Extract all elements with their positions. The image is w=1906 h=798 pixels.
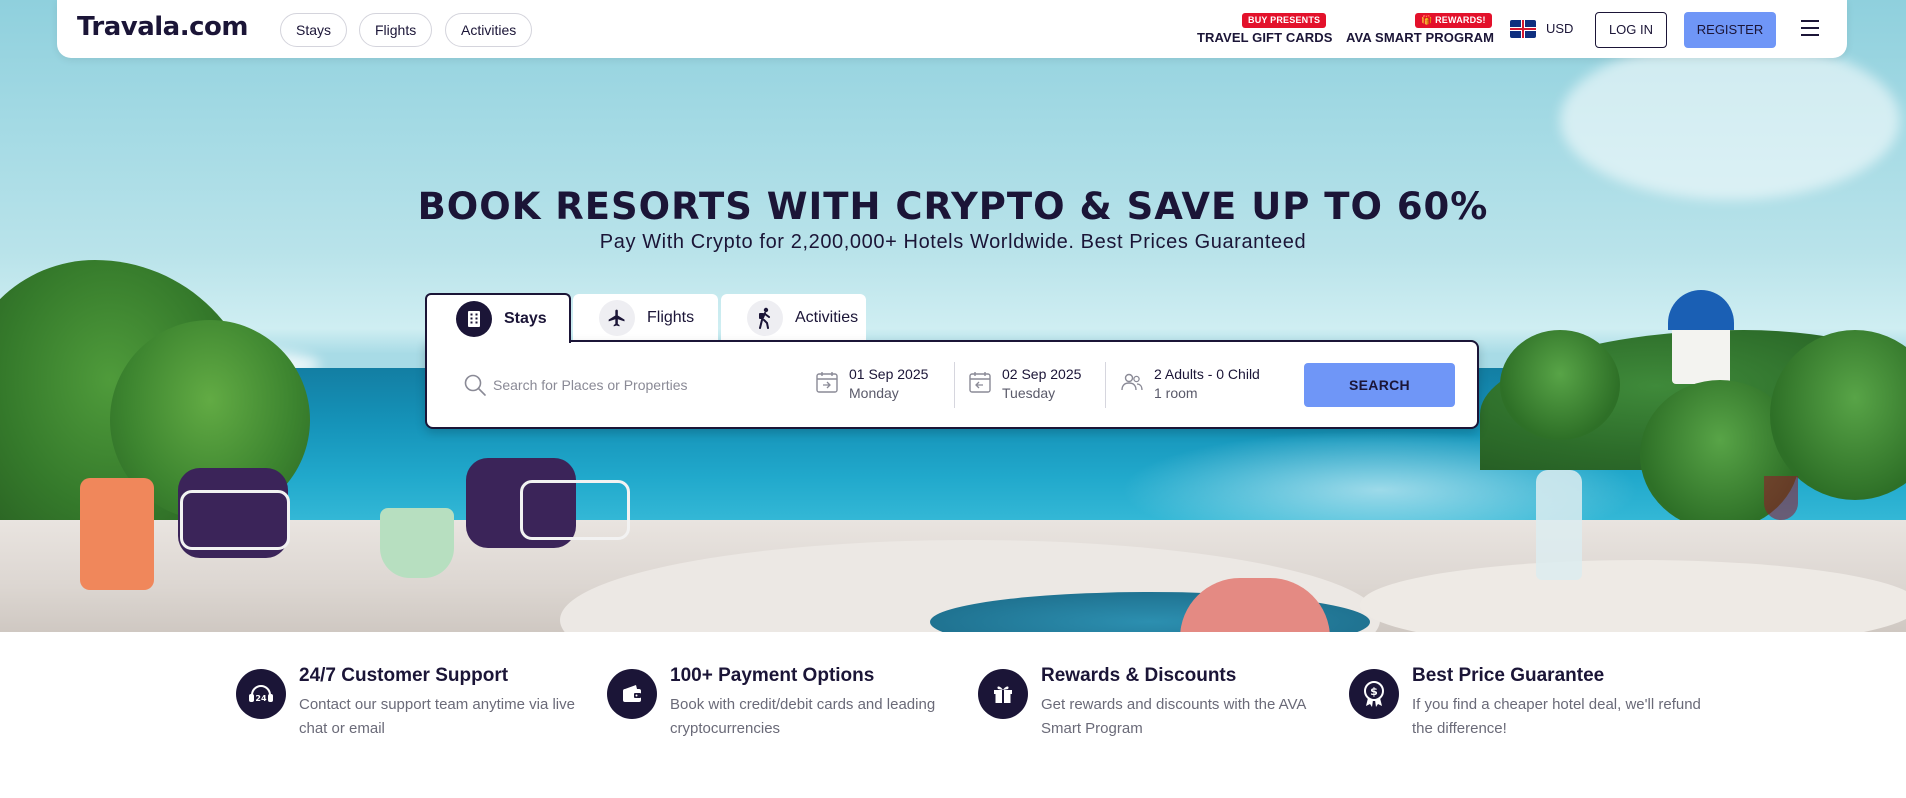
feature-customer-support: 24 24/7 Customer Support Contact our sup… [236, 665, 596, 745]
tab-stays[interactable]: Stays [425, 293, 571, 343]
checkout-date-field[interactable]: 02 Sep 2025 Tuesday [968, 362, 1108, 410]
buy-presents-badge: BUY PRESENTS [1242, 13, 1327, 28]
calendar-checkout-icon [969, 372, 991, 393]
search-icon [464, 374, 486, 396]
svg-text:24: 24 [255, 694, 267, 703]
wallet-icon [607, 669, 657, 719]
price-badge-icon: $ [1349, 669, 1399, 719]
destination-search-input[interactable] [493, 364, 793, 406]
tab-activities-label: Activities [795, 309, 859, 326]
svg-text:$: $ [1370, 685, 1378, 698]
building-icon [456, 301, 492, 337]
nav-flights[interactable]: Flights [359, 13, 433, 47]
checkout-date: 02 Sep 2025 [1002, 366, 1082, 382]
feature-rewards: Rewards & Discounts Get rewards and disc… [978, 665, 1338, 745]
menu-icon[interactable] [1801, 20, 1819, 36]
feature-title: Best Price Guarantee [1412, 665, 1605, 686]
feature-best-price: $ Best Price Guarantee If you find a che… [1349, 665, 1709, 745]
search-button[interactable]: SEARCH [1304, 363, 1455, 407]
rooms-count: 1 room [1154, 385, 1198, 401]
top-navbar: Travala.com Stays Flights Activities BUY… [57, 0, 1847, 58]
checkin-date-field[interactable]: 01 Sep 2025 Monday [815, 362, 955, 410]
register-button[interactable]: REGISTER [1684, 12, 1776, 48]
nav-activities[interactable]: Activities [445, 13, 533, 47]
checkin-date: 01 Sep 2025 [849, 366, 929, 382]
currency-selector[interactable]: USD [1546, 21, 1573, 36]
calendar-checkin-icon [816, 372, 838, 393]
feature-title: Rewards & Discounts [1041, 665, 1237, 686]
tab-flights-label: Flights [647, 309, 695, 326]
airplane-icon [599, 300, 635, 336]
support-24-icon: 24 [236, 669, 286, 719]
uk-flag-icon[interactable] [1510, 20, 1536, 38]
nav-stays[interactable]: Stays [280, 13, 348, 47]
hero-background-image [0, 0, 1906, 632]
checkout-day: Tuesday [1002, 385, 1056, 401]
travel-gift-cards-link[interactable]: TRAVEL GIFT CARDS [1197, 30, 1333, 45]
travala-logo[interactable]: Travala.com [77, 12, 248, 42]
feature-payment-options: 100+ Payment Options Book with credit/de… [607, 665, 967, 745]
gift-icon [978, 669, 1028, 719]
login-button[interactable]: LOG IN [1595, 12, 1667, 48]
feature-description: Book with credit/debit cards and leading… [670, 696, 936, 737]
search-panel: 01 Sep 2025 Monday 02 Sep 2025 Tuesday 2… [425, 340, 1479, 429]
checkin-day: Monday [849, 385, 899, 401]
guests-field[interactable]: 2 Adults - 0 Child 1 room [1120, 362, 1280, 410]
guests-icon [1121, 373, 1143, 391]
feature-description: Contact our support team anytime via liv… [299, 696, 575, 737]
tab-flights[interactable]: Flights [573, 294, 718, 342]
tab-stays-label: Stays [504, 310, 547, 327]
tab-activities[interactable]: Activities [721, 294, 866, 342]
guests-summary: 2 Adults - 0 Child [1154, 366, 1260, 382]
feature-description: If you find a cheaper hotel deal, we'll … [1412, 696, 1701, 737]
rewards-badge: 🎁 REWARDS! [1415, 13, 1492, 28]
feature-title: 24/7 Customer Support [299, 665, 509, 686]
ava-smart-program-link[interactable]: AVA SMART PROGRAM [1346, 30, 1494, 45]
feature-title: 100+ Payment Options [670, 665, 875, 686]
hiker-icon [747, 300, 783, 336]
hero-subtitle: Pay With Crypto for 2,200,000+ Hotels Wo… [599, 231, 1307, 253]
hero-title: BOOK RESORTS WITH CRYPTO & SAVE UP TO 60… [417, 185, 1489, 228]
feature-description: Get rewards and discounts with the AVA S… [1041, 696, 1306, 737]
